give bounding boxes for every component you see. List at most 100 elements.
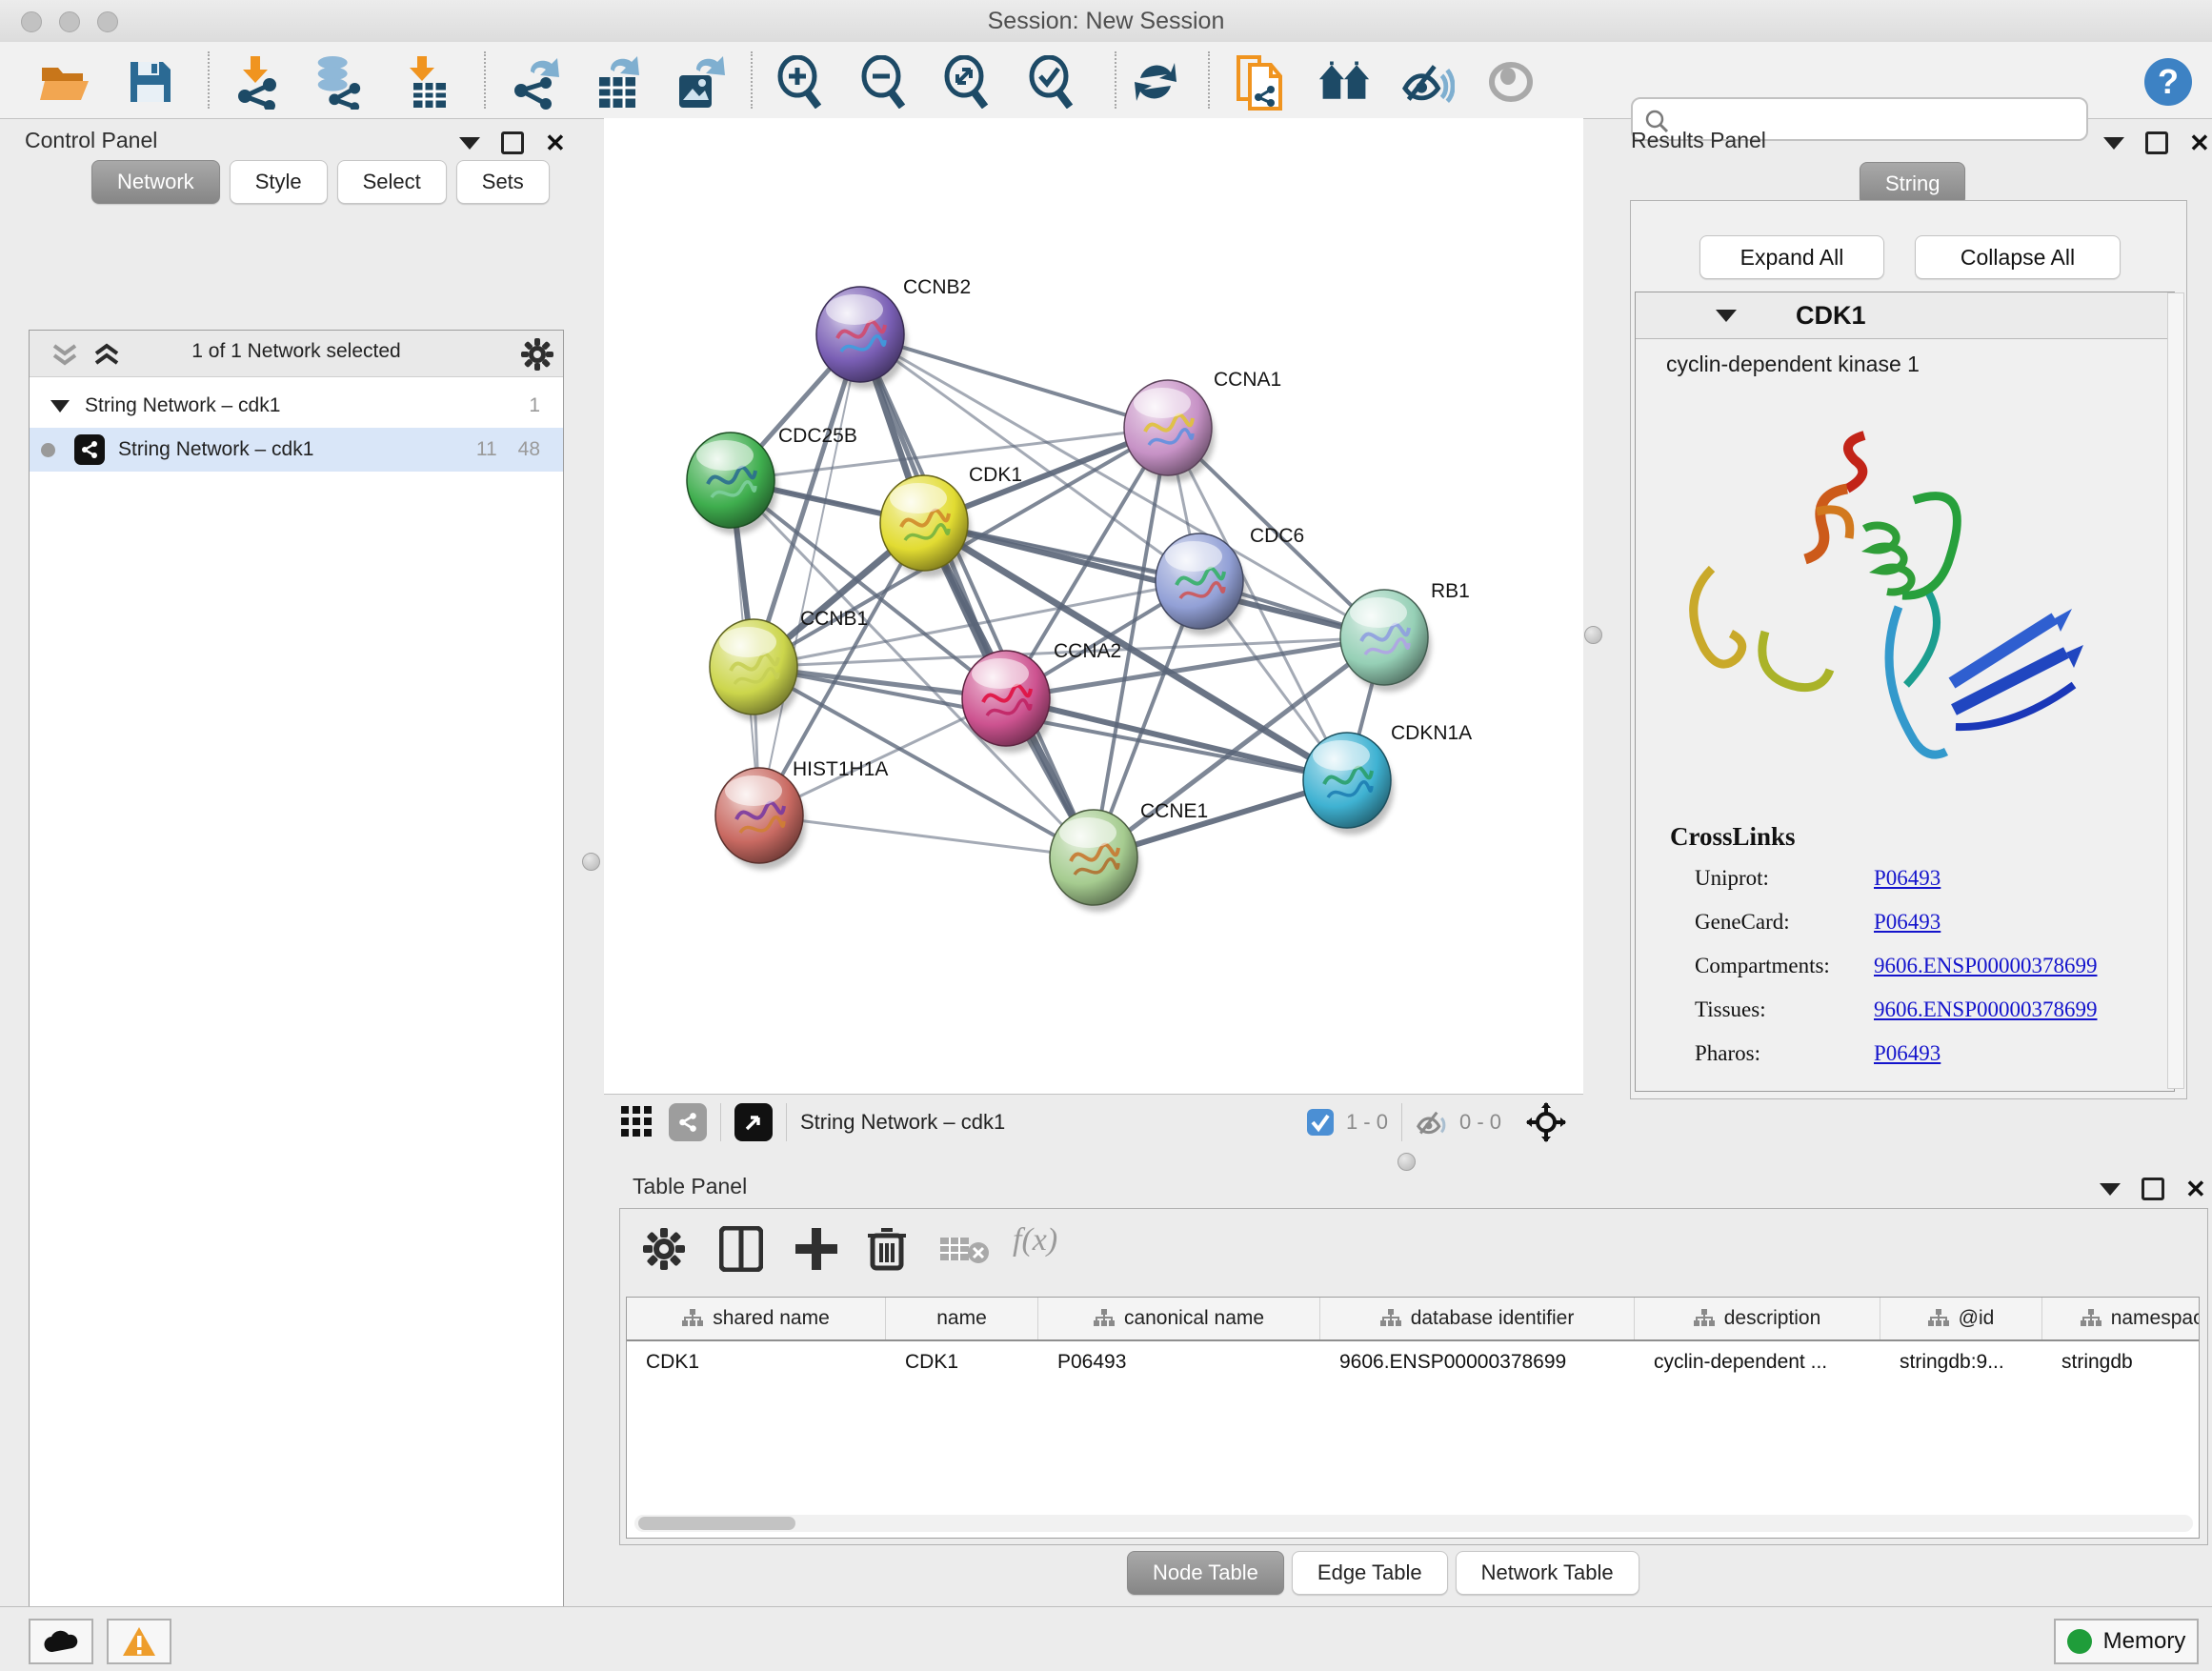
panel-menu-icon[interactable]: [2103, 137, 2124, 150]
gene-section-header[interactable]: CDK1: [1636, 292, 2174, 339]
network-node[interactable]: CCNA1: [1124, 369, 1281, 482]
network-node[interactable]: CDK1: [880, 464, 1022, 577]
import-table-button[interactable]: [398, 55, 452, 109]
zoom-selected-button[interactable]: [1023, 55, 1076, 109]
crosslink-compartments-link[interactable]: 9606.ENSP00000378699: [1874, 954, 2098, 978]
hide-glass-button[interactable]: [1401, 55, 1455, 109]
tab-sets[interactable]: Sets: [456, 160, 550, 204]
open-in-window-icon[interactable]: [734, 1103, 773, 1141]
cell-namespace[interactable]: stringdb: [2042, 1341, 2200, 1383]
crosslink-genecard-link[interactable]: P06493: [1874, 910, 1941, 935]
scrollbar-thumb[interactable]: [638, 1517, 795, 1530]
network-node[interactable]: CCNE1: [1050, 800, 1208, 912]
cell-shared-name[interactable]: CDK1: [627, 1341, 886, 1383]
cell-description[interactable]: cyclin-dependent ...: [1635, 1341, 1880, 1383]
zoom-out-button[interactable]: [855, 55, 909, 109]
export-table-button[interactable]: [591, 55, 644, 109]
gene-expander-icon[interactable]: [1716, 310, 1737, 322]
network-node[interactable]: HIST1H1A: [715, 758, 888, 870]
panel-menu-icon[interactable]: [459, 137, 480, 150]
expand-all-button[interactable]: Expand All: [1699, 235, 1884, 279]
right-splitter-handle[interactable]: [1584, 626, 1602, 644]
help-button[interactable]: ?: [2142, 55, 2195, 109]
tab-style[interactable]: Style: [230, 160, 328, 204]
column-header[interactable]: database identifier: [1320, 1298, 1635, 1339]
network-options-gear-icon[interactable]: [521, 338, 553, 371]
cloud-status-button[interactable]: [29, 1619, 93, 1664]
results-scrollbar[interactable]: [2167, 292, 2184, 1089]
column-header[interactable]: shared name: [627, 1298, 886, 1339]
panel-float-icon[interactable]: [2145, 131, 2168, 154]
control-panel-title: Control Panel: [25, 128, 157, 153]
collapse-all-button[interactable]: Collapse All: [1915, 235, 2121, 279]
column-header[interactable]: description: [1635, 1298, 1880, 1339]
crosslink-tissues-link[interactable]: 9606.ENSP00000378699: [1874, 997, 2098, 1022]
memory-status-icon: [2067, 1629, 2092, 1654]
open-session-button[interactable]: [38, 55, 91, 109]
tab-network-table[interactable]: Network Table: [1456, 1551, 1639, 1595]
string-houses-icon: [1317, 60, 1371, 104]
cell-id[interactable]: stringdb:9...: [1880, 1341, 2042, 1383]
add-column-icon[interactable]: [794, 1226, 839, 1272]
cell-name[interactable]: CDK1: [886, 1341, 1038, 1383]
save-session-button[interactable]: [124, 55, 177, 109]
zoom-in-button[interactable]: [772, 55, 825, 109]
network-node[interactable]: CCNA2: [962, 640, 1121, 753]
crosslink-uniprot-link[interactable]: P06493: [1874, 866, 1941, 891]
collection-expander-icon[interactable]: [50, 400, 70, 413]
memory-button[interactable]: Memory: [2054, 1619, 2199, 1664]
export-table-icon: [592, 54, 643, 110]
import-table-icon: [400, 54, 450, 110]
delete-column-icon[interactable]: [866, 1224, 908, 1272]
table-horizontal-scrollbar[interactable]: [634, 1515, 2193, 1532]
column-header[interactable]: canonical name: [1038, 1298, 1320, 1339]
tab-select[interactable]: Select: [337, 160, 447, 204]
network-node[interactable]: CDC25B: [687, 425, 857, 534]
panel-menu-icon[interactable]: [2100, 1183, 2121, 1196]
panel-float-icon[interactable]: [2142, 1178, 2164, 1200]
network-row[interactable]: String Network – cdk1 11 48: [30, 428, 563, 472]
tab-edge-table[interactable]: Edge Table: [1292, 1551, 1448, 1595]
zoom-fit-button[interactable]: [938, 55, 992, 109]
network-node[interactable]: CCNB2: [816, 276, 971, 389]
panel-close-icon[interactable]: ✕: [545, 134, 566, 151]
crosslink-pharos-link[interactable]: P06493: [1874, 1041, 1941, 1066]
clone-network-button[interactable]: [1233, 55, 1286, 109]
results-panel-title: Results Panel: [1631, 128, 1766, 153]
panel-close-icon[interactable]: ✕: [2189, 134, 2210, 151]
table-row[interactable]: CDK1 CDK1 P06493 9606.ENSP00000378699 cy…: [627, 1341, 2199, 1383]
selected-checkbox-icon[interactable]: [1306, 1108, 1335, 1137]
string-home-button[interactable]: [1317, 55, 1371, 109]
cell-database-identifier[interactable]: 9606.ENSP00000378699: [1320, 1341, 1635, 1383]
bottom-splitter-handle[interactable]: [1398, 1153, 1416, 1171]
tab-node-table[interactable]: Node Table: [1127, 1551, 1284, 1595]
apply-layout-button[interactable]: [1129, 55, 1182, 109]
table-options-gear-icon[interactable]: [643, 1228, 685, 1270]
table-panel-title: Table Panel: [633, 1174, 747, 1199]
import-network-button[interactable]: [231, 55, 284, 109]
panel-float-icon[interactable]: [501, 131, 524, 154]
network-view[interactable]: CCNB2 CCNA1 CDC25B CDK1: [604, 118, 1583, 1149]
network-node[interactable]: RB1: [1340, 580, 1470, 692]
network-collection-row[interactable]: String Network – cdk1 1: [30, 384, 563, 428]
cell-canonical-name[interactable]: P06493: [1038, 1341, 1320, 1383]
export-network-button[interactable]: [509, 55, 562, 109]
network-canvas[interactable]: CCNB2 CCNA1 CDC25B CDK1: [604, 118, 1583, 1094]
network-node[interactable]: CDKN1A: [1303, 722, 1472, 835]
show-columns-icon[interactable]: [719, 1226, 763, 1272]
node-label: CCNA2: [1054, 640, 1121, 662]
export-image-button[interactable]: [673, 55, 726, 109]
warnings-button[interactable]: [107, 1619, 171, 1664]
grid-view-icon[interactable]: [621, 1106, 654, 1138]
show-glass-button[interactable]: [1484, 55, 1538, 109]
left-splitter-handle[interactable]: [582, 853, 600, 871]
column-header[interactable]: namespace: [2042, 1298, 2200, 1339]
import-network-from-database-button[interactable]: [311, 55, 364, 109]
network-node[interactable]: CDC6: [1156, 525, 1304, 635]
fit-selected-crosshair-icon[interactable]: [1526, 1102, 1566, 1142]
column-header[interactable]: name: [886, 1298, 1038, 1339]
panel-close-icon[interactable]: ✕: [2185, 1180, 2206, 1198]
column-header[interactable]: @id: [1880, 1298, 2042, 1339]
network-birdseye-icon[interactable]: [669, 1103, 707, 1141]
tab-network[interactable]: Network: [91, 160, 220, 204]
